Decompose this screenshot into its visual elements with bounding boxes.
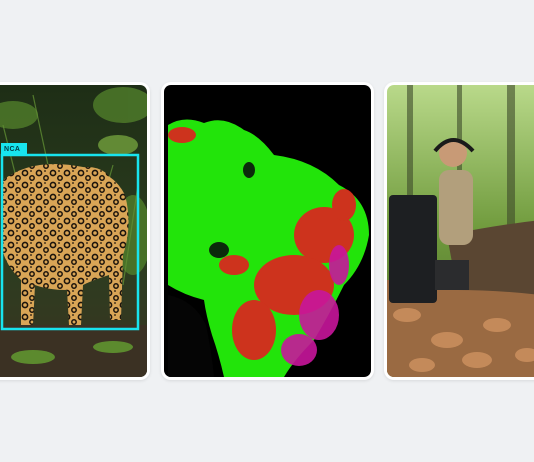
jaguar-photo: NCA xyxy=(0,85,147,377)
researcher-image-card[interactable] xyxy=(384,82,534,380)
satellite-map-card[interactable] xyxy=(161,82,374,380)
satellite-map xyxy=(164,85,371,377)
field-researcher-photo xyxy=(387,85,534,377)
detection-label: NCA xyxy=(1,143,28,156)
jaguar-image-card[interactable]: NCA xyxy=(0,82,150,380)
